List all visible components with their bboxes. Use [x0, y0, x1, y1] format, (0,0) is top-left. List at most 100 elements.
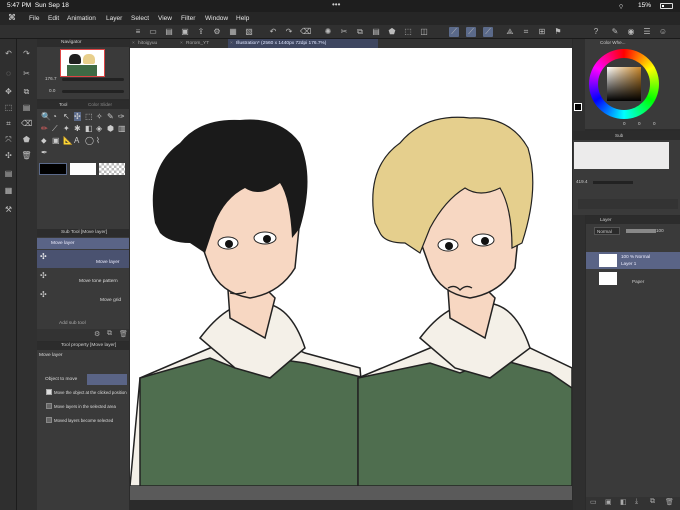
- menu-edit[interactable]: Edit: [48, 15, 59, 22]
- redo-icon[interactable]: ↷: [284, 27, 294, 37]
- palette-icon[interactable]: ◉: [626, 27, 636, 37]
- brush-tool-icon[interactable]: ⟋: [52, 124, 58, 134]
- export-icon[interactable]: ⇪: [196, 27, 206, 37]
- checkbox-clicked-position[interactable]: [46, 389, 52, 395]
- figure-icon[interactable]: ⬥: [41, 136, 47, 146]
- checkbox-become-selected[interactable]: [46, 417, 52, 423]
- tab-color-slider[interactable]: Color Slider: [88, 102, 112, 107]
- transform-icon[interactable]: ✺: [323, 27, 333, 37]
- cut-icon[interactable]: ✂: [339, 27, 349, 37]
- pen-pressure-icon[interactable]: ⟋: [483, 27, 493, 37]
- ruler-tool-icon[interactable]: 📐: [63, 136, 73, 145]
- grab-icon[interactable]: ✥: [3, 86, 14, 97]
- subtool-item-move-tone[interactable]: ✣ Move tone pattern: [37, 269, 129, 287]
- menu-view[interactable]: View: [158, 15, 172, 22]
- new-layer-icon[interactable]: ▭: [590, 498, 597, 506]
- correct-line-icon[interactable]: ⌇: [96, 136, 100, 145]
- sub-slider[interactable]: [593, 181, 633, 184]
- snap-icon[interactable]: ⌗: [521, 27, 531, 37]
- transform-tool-icon[interactable]: ⤧: [3, 134, 14, 145]
- pen-curve-icon[interactable]: ⟋: [466, 27, 476, 37]
- grid-icon[interactable]: ⊞: [537, 27, 547, 37]
- opacity-slider[interactable]: [626, 229, 656, 233]
- mask-icon[interactable]: ◧: [620, 498, 627, 506]
- transparent-swatch[interactable]: [99, 163, 125, 175]
- pen-icon[interactable]: ✑: [118, 112, 125, 121]
- save-icon[interactable]: ▣: [180, 27, 190, 37]
- tab-rorom[interactable]: × Rorom_YT: [178, 39, 228, 48]
- menu-select[interactable]: Select: [131, 15, 149, 22]
- settings-icon[interactable]: ⚙: [212, 27, 222, 37]
- app-icon[interactable]: ⌘: [8, 13, 16, 22]
- subtool-item-move-grid[interactable]: ✣ Move grid: [37, 288, 129, 306]
- frame-icon[interactable]: ▣: [52, 136, 60, 145]
- gradient-icon[interactable]: ▥: [118, 124, 126, 133]
- menu-layer[interactable]: Layer: [106, 15, 122, 22]
- menu-filter[interactable]: Filter: [181, 15, 195, 22]
- layer-tool-icon[interactable]: ▤: [3, 168, 14, 179]
- blend-icon[interactable]: ◈: [96, 124, 102, 133]
- image-icon[interactable]: ▦: [228, 27, 238, 37]
- zoom-tool-icon[interactable]: 🔍: [41, 112, 51, 121]
- hue-ring[interactable]: [589, 49, 659, 119]
- text-tool-icon[interactable]: A: [74, 136, 79, 145]
- hamburger-icon[interactable]: ≡: [133, 27, 143, 37]
- copy-icon[interactable]: ⧉: [107, 330, 112, 338]
- navigator-thumbnail[interactable]: [60, 49, 105, 77]
- selection-tool-icon[interactable]: ⬚: [85, 112, 93, 121]
- decoration-icon[interactable]: ✱: [74, 124, 81, 133]
- pencil-tool-icon[interactable]: ✏: [41, 124, 48, 133]
- menu-help[interactable]: Help: [236, 15, 249, 22]
- scissors-icon[interactable]: ✂: [21, 68, 32, 79]
- move-tool-active-icon[interactable]: ✣: [74, 112, 81, 121]
- fill-bucket-icon[interactable]: ⬢: [107, 124, 114, 133]
- undo-tool-icon[interactable]: ↶: [3, 48, 14, 59]
- balloon-icon[interactable]: ◯: [85, 136, 94, 145]
- paste-tool-icon[interactable]: ▤: [21, 102, 32, 113]
- copy-layer-icon[interactable]: ⧉: [650, 498, 655, 506]
- deselect-icon[interactable]: ⬚: [403, 27, 413, 37]
- airbrush-icon[interactable]: ✦: [63, 124, 70, 133]
- checkbox-selected-area[interactable]: [46, 403, 52, 409]
- undo-icon[interactable]: ↶: [268, 27, 278, 37]
- pen-stabilizer-icon[interactable]: ⟋: [449, 27, 459, 37]
- fill-icon[interactable]: ⬟: [387, 27, 397, 37]
- clear-icon[interactable]: ⌫: [300, 27, 311, 37]
- open-file-icon[interactable]: ▤: [164, 27, 174, 37]
- object-to-move-toggle[interactable]: [87, 374, 127, 385]
- pen-toggle-icon[interactable]: ✎: [610, 27, 620, 37]
- blend-mode-select[interactable]: Normal: [594, 227, 620, 235]
- layer-row-paper[interactable]: Paper: [586, 270, 680, 287]
- layer-row-1[interactable]: 100 % Normal Layer 1: [586, 252, 680, 269]
- copy-tool-icon[interactable]: ⧉: [21, 86, 32, 97]
- multitask-dots[interactable]: •••: [332, 0, 340, 9]
- trash-tool-icon[interactable]: 🗑: [21, 150, 32, 161]
- new-file-icon[interactable]: ▭: [148, 27, 158, 37]
- export-image-icon[interactable]: ▧: [244, 27, 254, 37]
- clear-tool-icon[interactable]: ⌫: [21, 118, 32, 129]
- saturation-square[interactable]: [607, 67, 641, 101]
- menu-file[interactable]: File: [29, 15, 39, 22]
- subtool-item-move-layer[interactable]: ✣ Move layer: [37, 250, 129, 268]
- tab-illustration[interactable]: × Illustration* (2560 x 1440px 72dpi 176.…: [228, 39, 378, 48]
- crop-icon[interactable]: ⌗: [3, 118, 14, 129]
- sub-color-swatch[interactable]: [70, 163, 96, 175]
- eraser-icon[interactable]: ◧: [85, 124, 93, 133]
- main-color-swatch[interactable]: [39, 163, 67, 175]
- subtool-item-move-layer-group[interactable]: Move layer: [37, 238, 129, 249]
- assist-icon[interactable]: ⚑: [553, 27, 563, 37]
- rotation-slider[interactable]: [62, 90, 124, 93]
- user-icon[interactable]: ☺: [658, 27, 668, 37]
- new-folder-icon[interactable]: ▣: [605, 498, 612, 506]
- tab-hitoigyuu[interactable]: × hitoigyuu: [130, 39, 178, 48]
- menu-window[interactable]: Window: [205, 15, 228, 22]
- drawing-canvas[interactable]: [130, 48, 572, 486]
- invert-icon[interactable]: ◫: [419, 27, 429, 37]
- eyedropper-icon[interactable]: ✎: [107, 112, 114, 121]
- ruler-icon[interactable]: ⟁: [505, 27, 515, 37]
- select-icon[interactable]: ⬚: [3, 102, 14, 113]
- help-icon[interactable]: ?: [591, 27, 601, 37]
- lasso-icon[interactable]: ◌: [3, 68, 14, 79]
- zoom-slider[interactable]: [62, 78, 124, 81]
- redo-tool-icon[interactable]: ↷: [21, 48, 32, 59]
